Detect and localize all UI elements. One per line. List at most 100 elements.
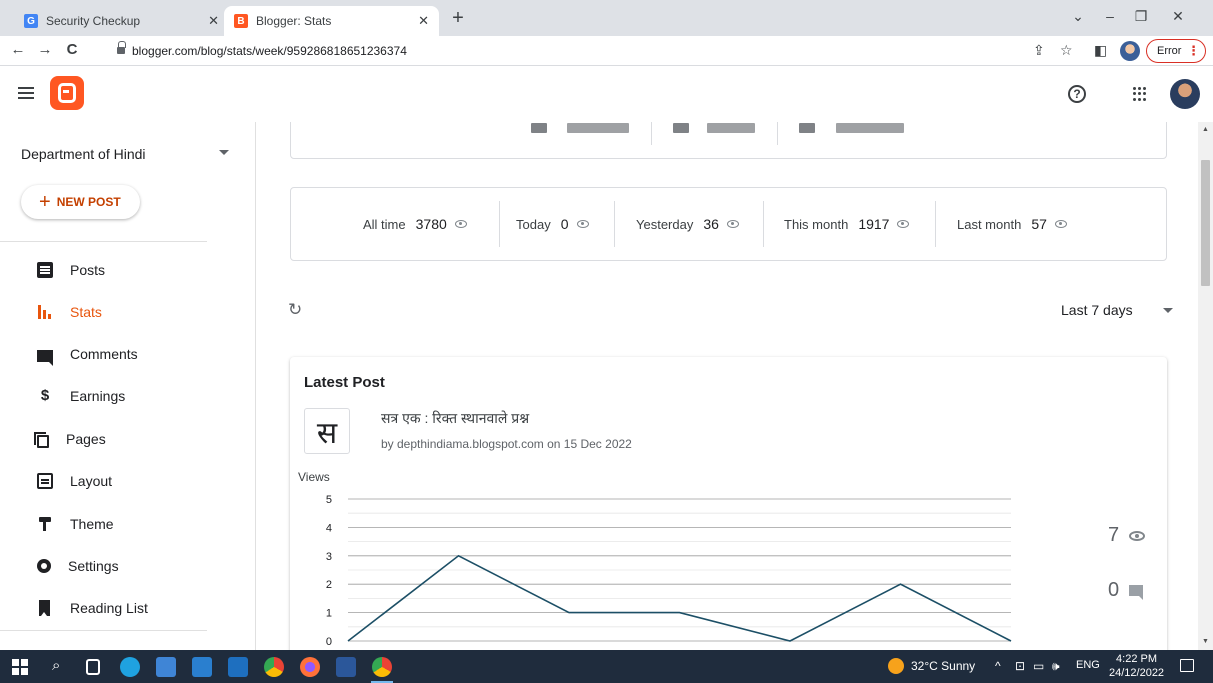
reload-button[interactable]: C xyxy=(62,41,82,58)
windows-start-icon[interactable] xyxy=(12,659,28,675)
sidebar-item-reading-list[interactable]: Reading List xyxy=(0,588,210,628)
sidebar-item-label: Comments xyxy=(70,346,138,362)
profile-error-button[interactable]: Error ⋮ xyxy=(1146,39,1206,63)
stat-value: 0 xyxy=(560,216,569,232)
post-comments-total: 0 xyxy=(1108,579,1144,602)
blogger-logo[interactable] xyxy=(50,76,84,110)
language-indicator[interactable]: ENG xyxy=(1076,659,1100,671)
sidebar-item-pages[interactable]: Pages xyxy=(0,419,210,459)
new-tab-button[interactable]: + xyxy=(445,7,471,30)
y-tick-label: 1 xyxy=(326,608,332,620)
y-tick-label: 4 xyxy=(326,522,332,534)
tab-blogger-stats[interactable]: B Blogger: Stats ✕ xyxy=(224,6,439,36)
browser-toolbar: ← → C blogger.com/blog/stats/week/959286… xyxy=(0,36,1213,66)
mail-icon[interactable] xyxy=(228,657,248,677)
share-icon[interactable]: ⇪ xyxy=(1033,42,1045,59)
system-clock[interactable]: 4:22 PM 24/12/2022 xyxy=(1109,652,1164,680)
profile-avatar[interactable] xyxy=(1120,41,1140,61)
close-tab-icon[interactable]: ✕ xyxy=(208,13,219,29)
back-button[interactable]: ← xyxy=(8,41,28,58)
side-panel-icon[interactable]: ◧ xyxy=(1094,42,1107,59)
forward-button[interactable]: → xyxy=(35,41,55,58)
file-explorer-icon[interactable] xyxy=(156,657,176,677)
blogger-favicon-icon: B xyxy=(234,14,248,28)
new-post-label: NEW POST xyxy=(56,195,121,209)
sidebar-item-label: Pages xyxy=(66,431,106,447)
display-icon[interactable]: ▭ xyxy=(1033,659,1044,673)
sidebar-item-earnings[interactable]: $ Earnings xyxy=(0,376,210,416)
pageviews-summary-card: All time 3780 Today 0 Yesterday 36 This … xyxy=(290,187,1167,261)
profile-error-label: Error xyxy=(1157,45,1182,57)
posts-text-cutoff xyxy=(707,123,755,133)
blog-selector[interactable]: Department of Hindi xyxy=(21,146,146,162)
followers-icon xyxy=(531,123,547,133)
stat-label: Last month xyxy=(957,216,1022,232)
chrome-profile-icon[interactable] xyxy=(372,657,392,677)
gear-icon xyxy=(37,559,51,573)
tab-search-icon[interactable]: ⌄ xyxy=(1063,8,1093,25)
new-post-button[interactable]: + NEW POST xyxy=(21,185,140,219)
latest-post-heading: Latest Post xyxy=(304,374,385,391)
sidebar-item-theme[interactable]: Theme xyxy=(0,504,210,544)
tray-chevron-icon[interactable]: ^ xyxy=(995,659,1001,673)
scroll-up-icon[interactable]: ▲ xyxy=(1202,126,1209,133)
bookmark-star-icon[interactable]: ☆ xyxy=(1060,42,1073,59)
stat-value: 57 xyxy=(1031,216,1047,232)
tab-security-checkup[interactable]: G Security Checkup ✕ xyxy=(14,6,229,36)
eye-icon xyxy=(726,220,739,228)
blog-selector-caret-icon[interactable] xyxy=(219,150,229,155)
address-field[interactable]: blogger.com/blog/stats/week/959286818651… xyxy=(132,44,407,58)
close-tab-icon[interactable]: ✕ xyxy=(418,13,429,29)
restore-button[interactable]: ❐ xyxy=(1126,8,1156,25)
date-range-select[interactable]: Last 7 days xyxy=(1061,302,1133,318)
posts-count-icon xyxy=(673,123,689,133)
main-content: All time 3780 Today 0 Yesterday 36 This … xyxy=(257,122,1198,650)
clock-date: 24/12/2022 xyxy=(1109,667,1165,679)
notifications-icon[interactable] xyxy=(1180,659,1194,672)
scrollbar-thumb[interactable] xyxy=(1201,160,1210,286)
sidebar-item-layout[interactable]: Layout xyxy=(0,461,210,501)
menu-icon[interactable] xyxy=(18,87,34,99)
y-tick-label: 5 xyxy=(326,494,332,506)
y-tick-label: 0 xyxy=(326,636,332,648)
store-icon[interactable] xyxy=(192,657,212,677)
volume-icon[interactable]: 🕪 xyxy=(1052,659,1060,674)
sidebar-item-label: Theme xyxy=(70,516,114,532)
page-scrollbar[interactable]: ▲ ▼ xyxy=(1198,122,1213,650)
divider xyxy=(0,630,207,631)
sidebar-item-posts[interactable]: Posts xyxy=(0,250,210,290)
divider xyxy=(935,201,936,247)
stat-today: Today 0 xyxy=(516,188,589,260)
scroll-down-icon[interactable]: ▼ xyxy=(1202,638,1209,645)
comments-icon xyxy=(37,350,53,366)
weather-icon[interactable] xyxy=(888,658,904,674)
help-icon[interactable]: ? xyxy=(1068,85,1086,103)
post-thumbnail[interactable]: स xyxy=(304,408,350,454)
firefox-icon[interactable] xyxy=(300,657,320,677)
user-avatar[interactable] xyxy=(1170,79,1200,109)
close-window-button[interactable]: ✕ xyxy=(1163,8,1193,25)
sidebar-item-label: Reading List xyxy=(70,600,148,616)
chrome-icon[interactable] xyxy=(264,657,284,677)
sidebar-item-comments[interactable]: Comments xyxy=(0,334,210,374)
word-icon[interactable] xyxy=(336,657,356,677)
divider xyxy=(614,201,615,247)
edge-icon[interactable] xyxy=(120,657,140,677)
stat-value: 1917 xyxy=(858,216,890,232)
divider xyxy=(499,201,500,247)
stats-icon xyxy=(37,304,53,320)
search-icon[interactable]: ⌕ xyxy=(52,657,72,677)
network-icon[interactable]: ⊡ xyxy=(1015,659,1025,673)
weather-text[interactable]: 32°C Sunny xyxy=(911,659,975,673)
sidebar-item-settings[interactable]: Settings xyxy=(0,546,210,586)
y-axis-label: Views xyxy=(298,470,330,484)
sidebar-item-stats[interactable]: Stats xyxy=(0,292,210,332)
refresh-icon[interactable]: ↻ xyxy=(288,300,302,320)
dropdown-caret-icon[interactable] xyxy=(1163,308,1173,313)
task-view-icon[interactable] xyxy=(86,659,100,675)
y-tick-label: 2 xyxy=(326,579,332,591)
apps-grid-icon[interactable] xyxy=(1133,87,1147,101)
browser-tab-strip: G Security Checkup ✕ B Blogger: Stats ✕ … xyxy=(0,0,1213,36)
post-title-link[interactable]: सत्र एक : रिक्त स्थानवाले प्रश्न xyxy=(381,409,529,428)
minimize-button[interactable]: – xyxy=(1095,8,1125,24)
